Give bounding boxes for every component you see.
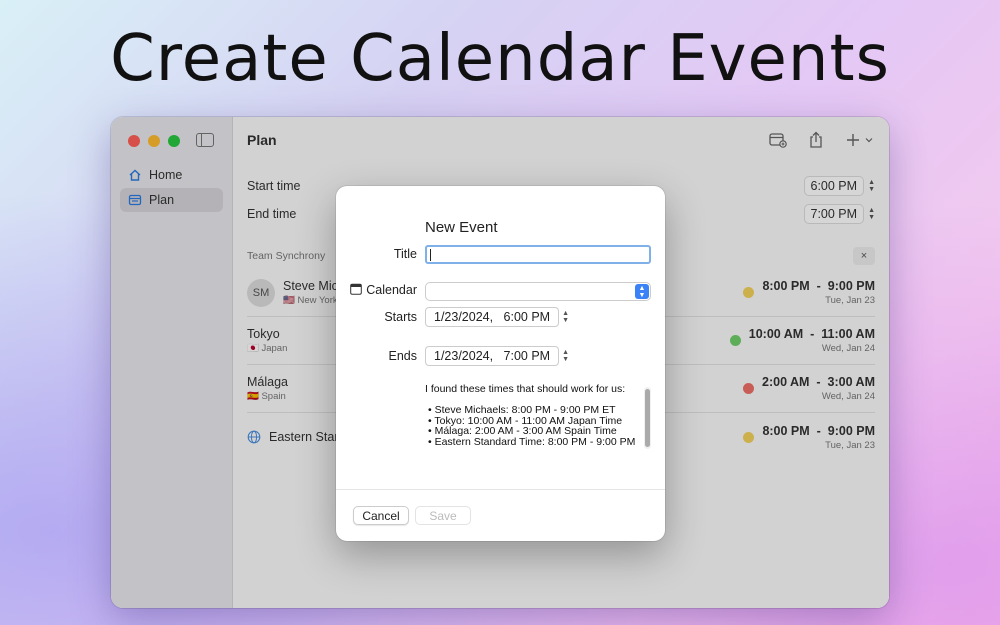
ends-label: Ends <box>388 349 418 363</box>
text-caret <box>430 249 431 261</box>
starts-label: Starts <box>384 310 417 324</box>
notes-line: • Eastern Standard Time: 8:00 PM - 9:00 … <box>428 435 636 448</box>
notes-scrollbar[interactable] <box>644 387 651 449</box>
calendar-label: Calendar <box>366 283 417 297</box>
calendar-select[interactable]: ▲ ▼ <box>425 282 651 301</box>
scrollbar-thumb[interactable] <box>645 389 650 447</box>
title-label: Title <box>393 247 417 261</box>
dialog-title: New Event <box>425 219 498 236</box>
notes-line: I found these times that should work for… <box>425 383 626 395</box>
ends-picker[interactable]: 1/23/2024, 7:00 PM ▲ ▼ <box>425 346 569 366</box>
notes-line: • Steve Michaels: 8:00 PM - 9:00 PM ET <box>428 404 616 416</box>
new-event-dialog: New Event Title Calendar ▲ ▼ Starts 1/23/… <box>336 186 665 541</box>
starts-picker[interactable]: 1/23/2024, 6:00 PM ▲ ▼ <box>425 307 569 327</box>
cancel-button[interactable]: Cancel <box>353 506 409 525</box>
title-field[interactable] <box>425 245 651 264</box>
starts-datetime[interactable]: 1/23/2024, 6:00 PM <box>425 307 560 327</box>
ends-datetime[interactable]: 1/23/2024, 7:00 PM <box>425 346 560 366</box>
chevron-updown-icon[interactable]: ▲ ▼ <box>635 284 649 299</box>
stepper-icon[interactable]: ▲ ▼ <box>562 349 569 363</box>
divider <box>336 489 665 490</box>
notes-line: • Málaga: 2:00 AM - 3:00 AM Spain Time <box>428 425 617 437</box>
page-headline: Create Calendar Events <box>110 22 890 96</box>
stepper-icon[interactable]: ▲ ▼ <box>562 310 569 324</box>
notes-textarea[interactable]: I found these times that should work for… <box>425 384 651 454</box>
save-button[interactable]: Save <box>415 506 471 525</box>
